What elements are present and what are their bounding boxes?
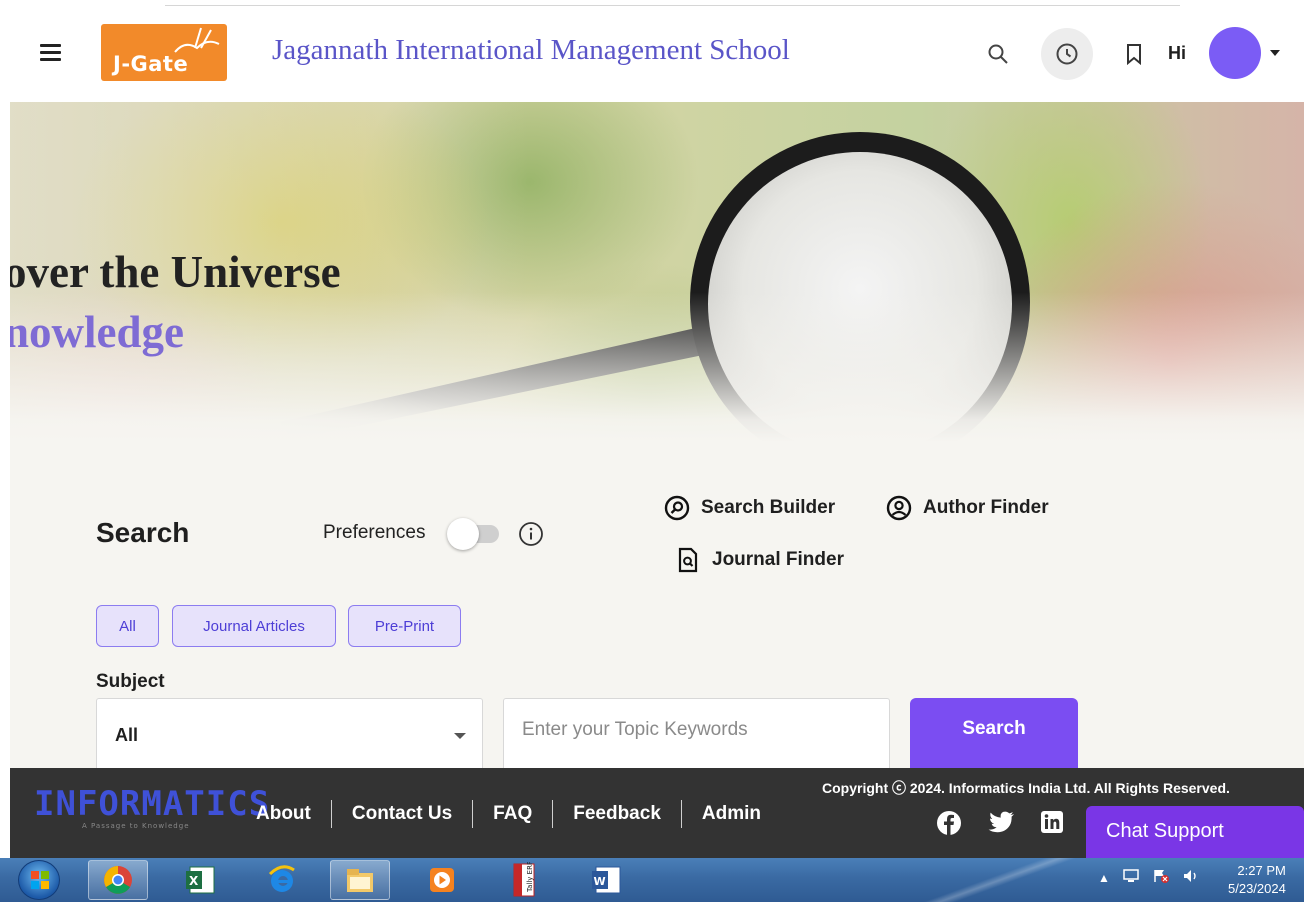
search-builder-link[interactable]: Search Builder: [663, 494, 835, 522]
greeting-text: Hi: [1168, 43, 1186, 63]
action-center-icon[interactable]: [1152, 868, 1170, 887]
windows-taskbar: X Tally ERP 9 W ▲ 2:27 PM 5/23/2024: [0, 858, 1304, 902]
system-tray: ▲: [1098, 868, 1200, 887]
dropdown-arrow-icon: [454, 733, 466, 739]
svg-text:W: W: [594, 875, 606, 888]
top-divider: [165, 5, 1180, 6]
chat-support-button[interactable]: Chat Support: [1086, 806, 1304, 860]
preferences-toggle[interactable]: [447, 516, 501, 550]
app-header: J-Gate Jagannath International Managemen…: [0, 10, 1304, 102]
footer-nav: About Contact Us FAQ Feedback Admin: [256, 800, 761, 828]
jgate-logo[interactable]: J-Gate: [101, 24, 227, 81]
start-button[interactable]: [18, 860, 60, 900]
history-clock-icon[interactable]: [1041, 28, 1093, 80]
search-builder-icon: [663, 494, 691, 522]
windows-flag-icon: [31, 871, 49, 889]
footer-divider: [552, 800, 554, 828]
footer-link-about[interactable]: About: [256, 803, 311, 825]
svg-text:X: X: [189, 874, 199, 888]
tally-label: Tally ERP 9: [526, 862, 534, 893]
excel-icon[interactable]: X: [170, 860, 230, 900]
taskbar-clock[interactable]: 2:27 PM 5/23/2024: [1228, 862, 1286, 898]
filter-chip-pre-print[interactable]: Pre-Print: [348, 605, 461, 647]
media-player-icon[interactable]: [412, 860, 472, 900]
preferences-label: Preferences: [323, 522, 426, 543]
subject-select[interactable]: All: [96, 698, 483, 768]
search-panel: Search Preferences Search Builder Author…: [10, 442, 1304, 768]
footer-link-admin[interactable]: Admin: [702, 803, 761, 825]
author-finder-label: Author Finder: [923, 497, 1049, 518]
informatics-logo[interactable]: INFORMATICS A Passage to Knowledge: [34, 784, 271, 830]
user-avatar[interactable]: [1209, 27, 1261, 79]
linkedin-icon[interactable]: [1040, 810, 1064, 839]
word-icon[interactable]: W: [576, 860, 636, 900]
hero-headline-accent: nowledge: [10, 307, 184, 357]
facebook-icon[interactable]: [936, 810, 962, 841]
volume-icon[interactable]: [1182, 868, 1200, 887]
search-icon[interactable]: [978, 34, 1018, 74]
ie-icon[interactable]: [252, 860, 312, 900]
show-hidden-icons-icon[interactable]: ▲: [1098, 871, 1110, 885]
hero-headline: over the Universe: [10, 247, 341, 297]
subject-label: Subject: [96, 671, 165, 692]
explorer-icon[interactable]: [330, 860, 390, 900]
author-finder-link[interactable]: Author Finder: [885, 494, 1049, 522]
footer-link-contact[interactable]: Contact Us: [352, 803, 452, 825]
chrome-icon[interactable]: [88, 860, 148, 900]
subject-selected-value: All: [115, 725, 139, 745]
chevron-down-icon[interactable]: [1270, 50, 1280, 56]
institution-name: Jagannath International Management Schoo…: [272, 34, 790, 66]
user-circle-icon: [885, 494, 913, 522]
journal-finder-label: Journal Finder: [712, 549, 844, 570]
search-button[interactable]: Search: [910, 698, 1078, 768]
footer-divider: [472, 800, 474, 828]
site-footer: INFORMATICS A Passage to Knowledge About…: [10, 768, 1304, 860]
footer-link-feedback[interactable]: Feedback: [573, 803, 661, 825]
clock-time: 2:27 PM: [1237, 863, 1286, 878]
search-title: Search: [96, 517, 190, 548]
keyword-search-input[interactable]: [503, 698, 890, 768]
bookmark-icon[interactable]: [1114, 34, 1154, 74]
twitter-icon[interactable]: [988, 810, 1016, 839]
logo-text: J-Gate: [113, 52, 189, 76]
info-icon[interactable]: [518, 521, 544, 552]
footer-logo-tagline: A Passage to Knowledge: [82, 822, 190, 830]
filter-chip-journal-articles[interactable]: Journal Articles: [172, 605, 336, 647]
search-builder-label: Search Builder: [701, 497, 836, 518]
hero-banner: over the Universe nowledge: [10, 102, 1304, 442]
document-search-icon: [674, 546, 702, 574]
clock-date: 5/23/2024: [1228, 881, 1286, 896]
network-icon[interactable]: [1122, 868, 1140, 887]
filter-chip-all[interactable]: All: [96, 605, 159, 647]
hamburger-menu-icon[interactable]: [40, 44, 64, 64]
footer-link-faq[interactable]: FAQ: [493, 803, 532, 825]
copyright-text: Copyright ⓒ 2024. Informatics India Ltd.…: [822, 780, 1230, 796]
footer-logo-text: INFORMATICS: [34, 784, 271, 824]
journal-finder-link[interactable]: Journal Finder: [674, 546, 844, 574]
tally-erp9-icon[interactable]: Tally ERP 9: [494, 860, 554, 900]
footer-divider: [330, 800, 332, 828]
footer-divider: [680, 800, 682, 828]
